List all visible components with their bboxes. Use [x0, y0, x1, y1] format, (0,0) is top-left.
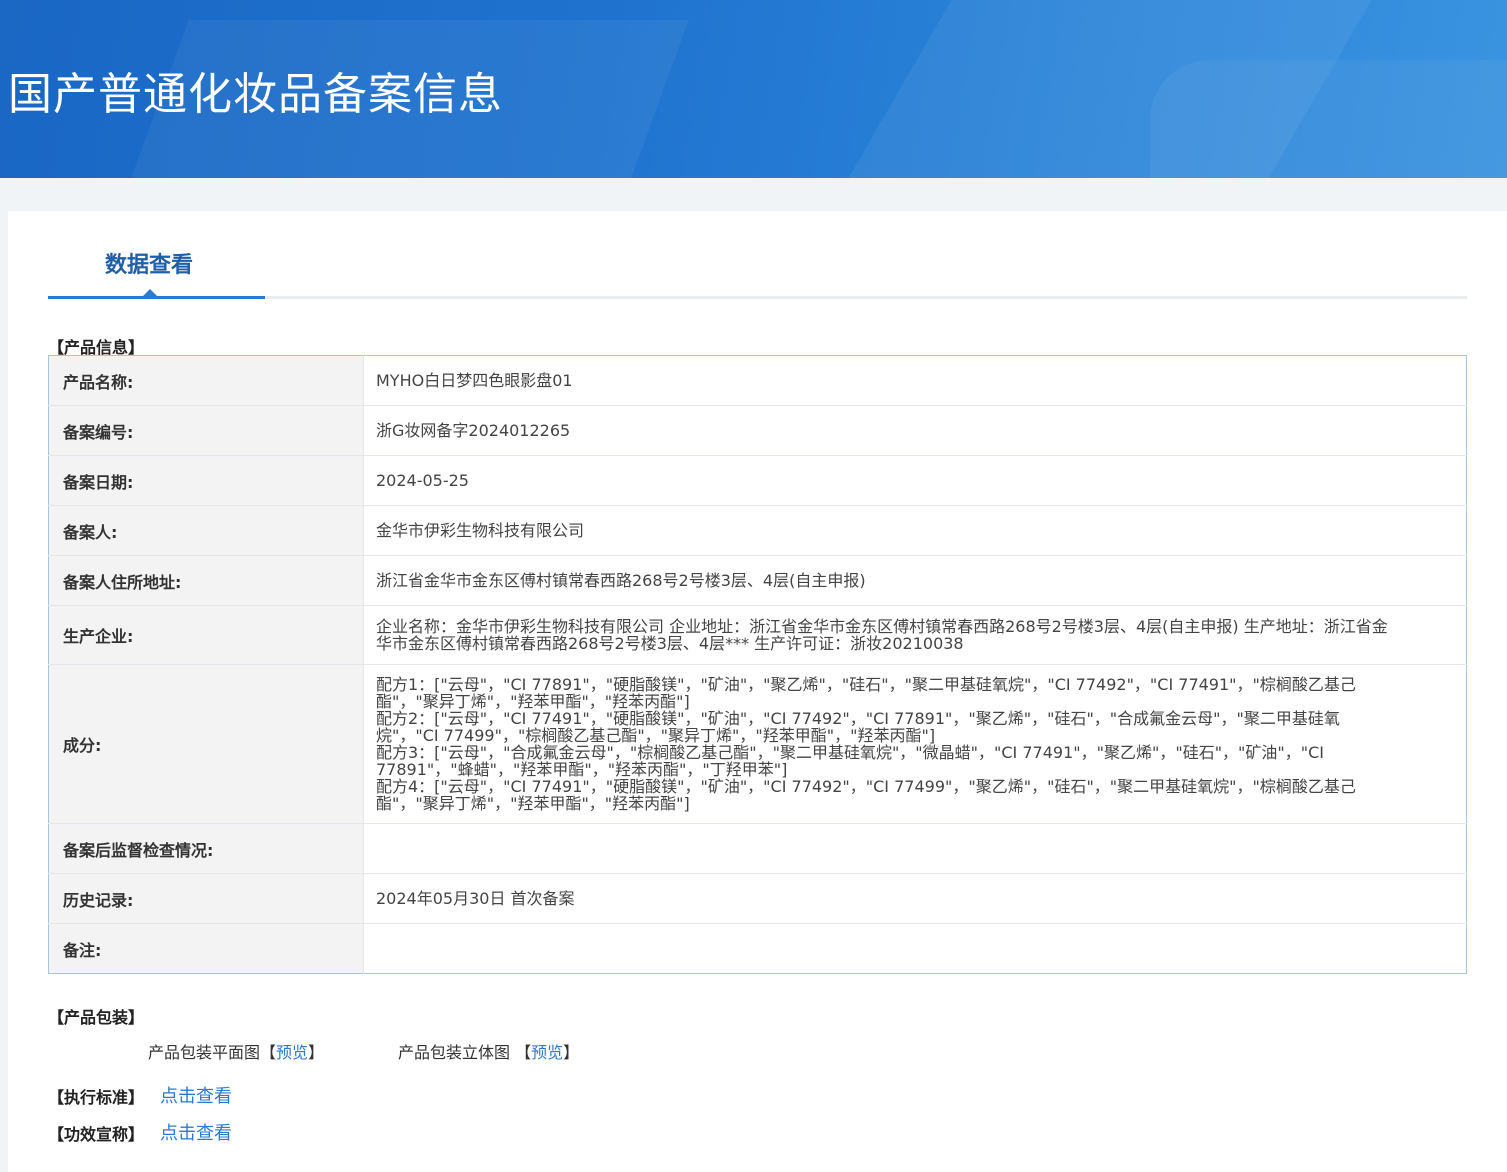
- preview-3d-link[interactable]: 预览: [531, 1043, 563, 1062]
- bracket: 】: [563, 1043, 580, 1062]
- formula-line: 配方1：["云母"，"CI 77891"，"硬脂酸镁"，"矿油"，"聚乙烯"，"…: [376, 675, 1356, 711]
- filing-date-value: 2024-05-25: [363, 455, 1467, 506]
- history-value: 2024年05月30日 首次备案: [363, 873, 1467, 924]
- filer-value: 金华市伊彩生物科技有限公司: [363, 505, 1467, 556]
- page-banner: 国产普通化妆品备案信息: [0, 0, 1507, 178]
- product-info-table: 产品名称: MYHO白日梦四色眼影盘01 备案编号: 浙G妆网备字2024012…: [48, 355, 1467, 974]
- formula-line: 配方4：["云母"，"CI 77491"，"硬脂酸镁"，"矿油"，"CI 774…: [376, 777, 1356, 813]
- content-panel: 数据查看 【产品信息】 产品名称: MYHO白日梦四色眼影盘01 备案编号: 浙…: [8, 211, 1507, 1172]
- tab-active-underline: [48, 296, 265, 299]
- row-label: 历史记录:: [48, 873, 364, 924]
- bracket: 【: [515, 1043, 532, 1062]
- tab-data-view[interactable]: 数据查看: [48, 211, 265, 299]
- table-row: 备案人住所地址: 浙江省金华市金东区傅村镇常春西路268号2号楼3层、4层(自主…: [48, 555, 1467, 606]
- row-label: 备案编号:: [48, 405, 364, 456]
- row-label: 备案人住所地址:: [48, 555, 364, 606]
- packaging-flat-label: 产品包装平面图: [148, 1043, 261, 1062]
- table-row: 成分: 配方1：["云母"，"CI 77891"，"硬脂酸镁"，"矿油"，"聚乙…: [48, 664, 1467, 824]
- table-row: 备案人: 金华市伊彩生物科技有限公司: [48, 505, 1467, 556]
- product-name-value: MYHO白日梦四色眼影盘01: [363, 355, 1467, 406]
- row-label: 备注:: [48, 923, 364, 974]
- manufacturer-value: 企业名称：金华市伊彩生物科技有限公司 企业地址：浙江省金华市金东区傅村镇常春西路…: [363, 605, 1467, 665]
- packaging-flat-item: 产品包装平面图【预览】: [148, 1039, 324, 1063]
- tab-label: 数据查看: [105, 253, 194, 278]
- filer-address-value: 浙江省金华市金东区傅村镇常春西路268号2号楼3层、4层(自主申报): [363, 555, 1467, 606]
- packaging-heading: 【产品包装】: [48, 1008, 145, 1027]
- row-label: 生产企业:: [48, 605, 364, 665]
- table-row: 产品名称: MYHO白日梦四色眼影盘01: [48, 355, 1467, 406]
- preview-flat-link[interactable]: 预览: [276, 1043, 308, 1062]
- packaging-3d-label: 产品包装立体图: [398, 1043, 511, 1062]
- remarks-value: [364, 924, 1467, 974]
- table-row: 历史记录: 2024年05月30日 首次备案: [48, 873, 1467, 924]
- table-row: 备注:: [48, 923, 1467, 974]
- banner-decoration: [1150, 60, 1507, 178]
- row-label: 产品名称:: [48, 355, 364, 406]
- table-row: 生产企业: 企业名称：金华市伊彩生物科技有限公司 企业地址：浙江省金华市金东区傅…: [48, 605, 1467, 665]
- tab-divider: [265, 296, 1467, 299]
- row-label: 备案后监督检查情况:: [48, 823, 364, 874]
- table-row: 备案编号: 浙G妆网备字2024012265: [48, 405, 1467, 456]
- standard-view-link[interactable]: 点击查看: [160, 1082, 232, 1108]
- row-label: 备案日期:: [48, 455, 364, 506]
- bracket: 【: [260, 1043, 277, 1062]
- efficacy-heading: 【功效宣称】: [48, 1125, 145, 1144]
- post-filing-inspection-value: [363, 823, 1467, 874]
- ingredients-value: 配方1：["云母"，"CI 77891"，"硬脂酸镁"，"矿油"，"聚乙烯"，"…: [363, 664, 1467, 824]
- table-row: 备案日期: 2024-05-25: [48, 455, 1467, 506]
- tab-active-caret-icon: [143, 289, 157, 296]
- formula-line: 配方2：["云母"，"CI 77491"，"硬脂酸镁"，"矿油"，"CI 774…: [376, 709, 1340, 745]
- tab-bar: 数据查看: [48, 211, 1467, 299]
- page-title: 国产普通化妆品备案信息: [8, 69, 503, 120]
- standard-heading: 【执行标准】: [48, 1088, 145, 1107]
- row-label: 成分:: [48, 664, 364, 824]
- filing-number-value: 浙G妆网备字2024012265: [363, 405, 1467, 456]
- bracket: 】: [308, 1043, 325, 1062]
- efficacy-view-link[interactable]: 点击查看: [160, 1119, 232, 1145]
- row-label: 备案人:: [48, 505, 364, 556]
- packaging-3d-item: 产品包装立体图 【预览】: [398, 1039, 579, 1063]
- table-row: 备案后监督检查情况:: [48, 823, 1467, 874]
- formula-line: 配方3：["云母"，"合成氟金云母"，"棕榈酸乙基己酯"，"聚二甲基硅氧烷"，"…: [376, 743, 1325, 779]
